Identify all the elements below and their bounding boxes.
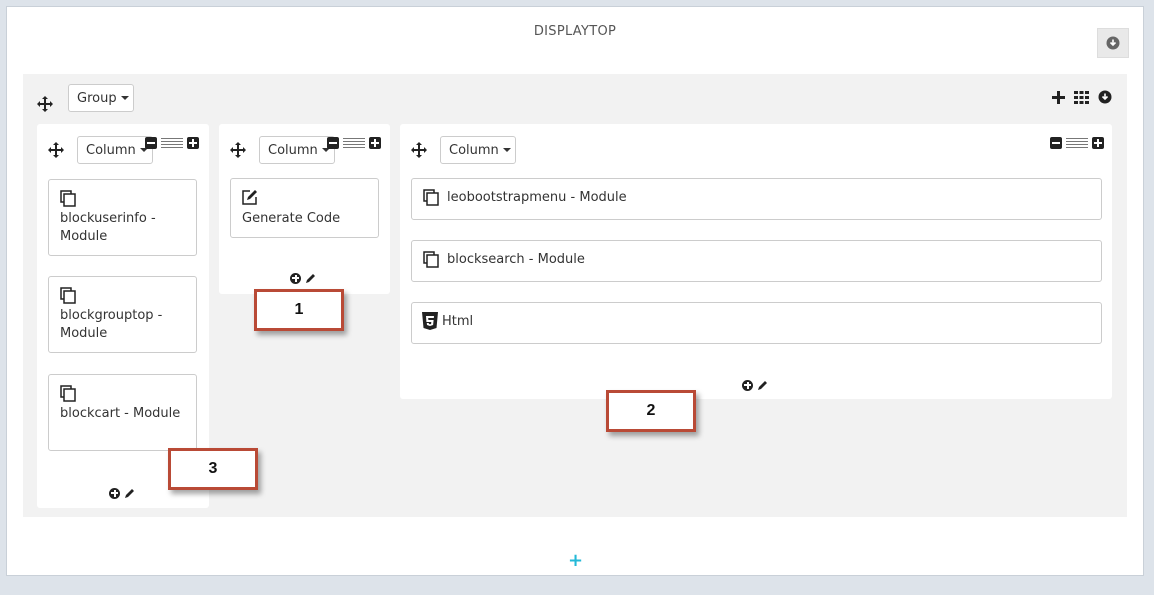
move-icon[interactable]: [47, 141, 65, 159]
column-dropdown-label: Column: [268, 142, 318, 158]
copy-icon: [60, 190, 76, 207]
module-label: blockuserinfo - Module: [60, 211, 156, 244]
module-item[interactable]: Html: [411, 302, 1102, 344]
edit-icon: [242, 190, 257, 205]
increase-width-icon[interactable]: [1092, 137, 1104, 149]
copy-icon: [60, 385, 76, 402]
column-3: Column leobootstrapmenu - Module blockse…: [400, 124, 1112, 399]
module-label: blockcart - Module: [60, 406, 181, 421]
add-module-icon[interactable]: [742, 379, 753, 391]
html5-icon: [422, 312, 438, 330]
move-icon[interactable]: [410, 141, 428, 159]
add-group-button[interactable]: +: [568, 552, 583, 570]
module-item[interactable]: blockgrouptop - Module: [48, 276, 197, 353]
column-dropdown-label: Column: [449, 142, 499, 158]
hook-panel: DISPLAYTOP Group Column blockuserinfo - …: [6, 6, 1144, 576]
module-label: blocksearch - Module: [447, 252, 585, 267]
move-icon[interactable]: [229, 141, 247, 159]
decrease-width-icon[interactable]: [327, 137, 339, 149]
callout-1: 1: [254, 289, 344, 331]
column-dropdown-label: Column: [86, 142, 136, 158]
hook-title: DISPLAYTOP: [533, 24, 617, 39]
module-item[interactable]: leobootstrapmenu - Module: [411, 178, 1102, 220]
width-lines-icon: [343, 137, 365, 149]
grid-icon[interactable]: [1074, 90, 1089, 104]
arrow-down-circle-icon[interactable]: [1098, 90, 1112, 104]
increase-width-icon[interactable]: [187, 137, 199, 149]
add-column-icon[interactable]: [1052, 90, 1065, 104]
decrease-width-icon[interactable]: [145, 137, 157, 149]
module-item[interactable]: blockcart - Module: [48, 374, 197, 451]
hook-collapse-button[interactable]: [1097, 28, 1129, 58]
module-item[interactable]: blocksearch - Module: [411, 240, 1102, 282]
module-item[interactable]: blockuserinfo - Module: [48, 179, 197, 256]
move-icon[interactable]: [36, 95, 54, 113]
chevron-down-icon: [502, 148, 511, 152]
column-2: Column Generate Code: [219, 124, 390, 294]
callout-2: 2: [606, 390, 696, 432]
module-label: Html: [442, 314, 474, 329]
chevron-down-icon: [120, 96, 129, 100]
column-dropdown[interactable]: Column: [77, 136, 153, 164]
pencil-icon[interactable]: [124, 487, 136, 499]
copy-icon: [60, 287, 76, 304]
width-lines-icon: [161, 137, 183, 149]
column-dropdown[interactable]: Column: [259, 136, 335, 164]
width-lines-icon: [1066, 137, 1088, 149]
increase-width-icon[interactable]: [369, 137, 381, 149]
copy-icon: [423, 251, 439, 268]
module-label: leobootstrapmenu - Module: [447, 190, 627, 205]
group-dropdown[interactable]: Group: [68, 84, 134, 112]
decrease-width-icon[interactable]: [1050, 137, 1062, 149]
add-module-icon[interactable]: [109, 487, 120, 499]
arrow-down-circle-icon: [1106, 36, 1120, 50]
pencil-icon[interactable]: [305, 272, 317, 284]
copy-icon: [423, 189, 439, 206]
column-dropdown[interactable]: Column: [440, 136, 516, 164]
module-label: blockgrouptop - Module: [60, 308, 163, 341]
pencil-icon[interactable]: [757, 379, 769, 391]
add-module-icon[interactable]: [290, 272, 301, 284]
module-item[interactable]: Generate Code: [230, 178, 379, 238]
module-label: Generate Code: [242, 211, 341, 226]
group-dropdown-label: Group: [77, 90, 117, 106]
callout-3: 3: [168, 448, 258, 490]
